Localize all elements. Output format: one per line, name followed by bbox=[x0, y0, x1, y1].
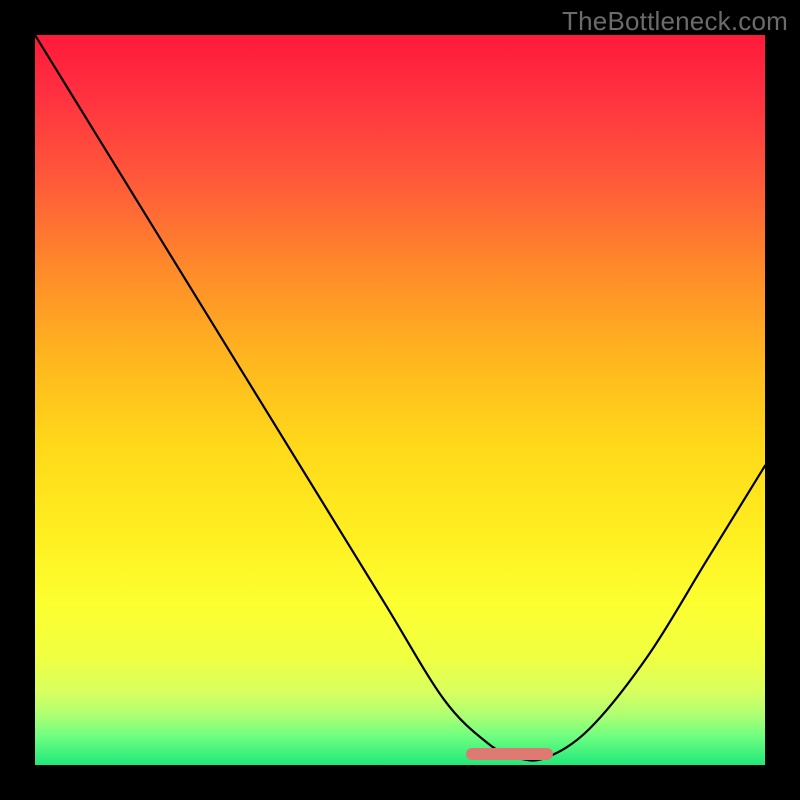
watermark-text: TheBottleneck.com bbox=[562, 6, 788, 37]
bottleneck-curve bbox=[35, 35, 765, 761]
plot-area bbox=[35, 35, 765, 765]
chart-frame: TheBottleneck.com bbox=[0, 0, 800, 800]
valley-marker bbox=[466, 748, 554, 760]
curve-svg bbox=[35, 35, 765, 765]
